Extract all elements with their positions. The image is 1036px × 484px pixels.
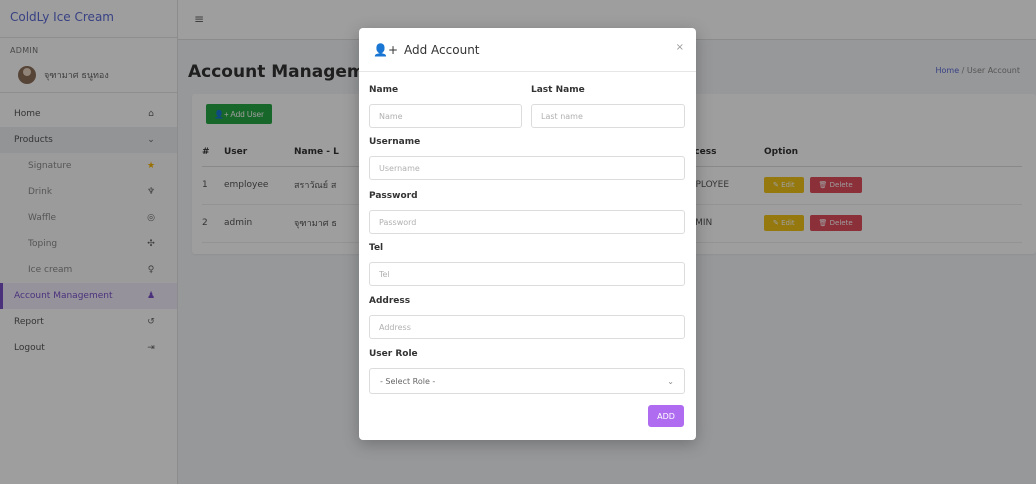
address-input[interactable] — [369, 315, 685, 339]
chevron-down-icon: ⌄ — [667, 376, 674, 386]
last-name-label: Last Name — [531, 85, 585, 95]
name-label: Name — [369, 85, 399, 95]
add-account-modal: 👤+ Add Account × Name Last Name Username… — [359, 28, 696, 440]
tel-label: Tel — [369, 243, 384, 253]
password-input[interactable] — [369, 210, 685, 234]
close-icon[interactable]: × — [676, 42, 684, 53]
name-input[interactable] — [369, 104, 522, 128]
username-input[interactable] — [369, 156, 685, 180]
user-role-selected: - Select Role - — [380, 376, 436, 386]
last-name-input[interactable] — [531, 104, 685, 128]
user-plus-icon: 👤+ — [373, 42, 398, 57]
add-button[interactable]: ADD — [648, 405, 684, 427]
user-role-label: User Role — [369, 349, 418, 359]
username-label: Username — [369, 137, 421, 147]
password-label: Password — [369, 191, 418, 201]
modal-title: Add Account — [404, 42, 480, 57]
tel-input[interactable] — [369, 262, 685, 286]
user-role-select[interactable]: - Select Role - ⌄ — [369, 368, 685, 394]
modal-header: 👤+ Add Account × — [359, 28, 696, 72]
address-label: Address — [369, 296, 411, 306]
